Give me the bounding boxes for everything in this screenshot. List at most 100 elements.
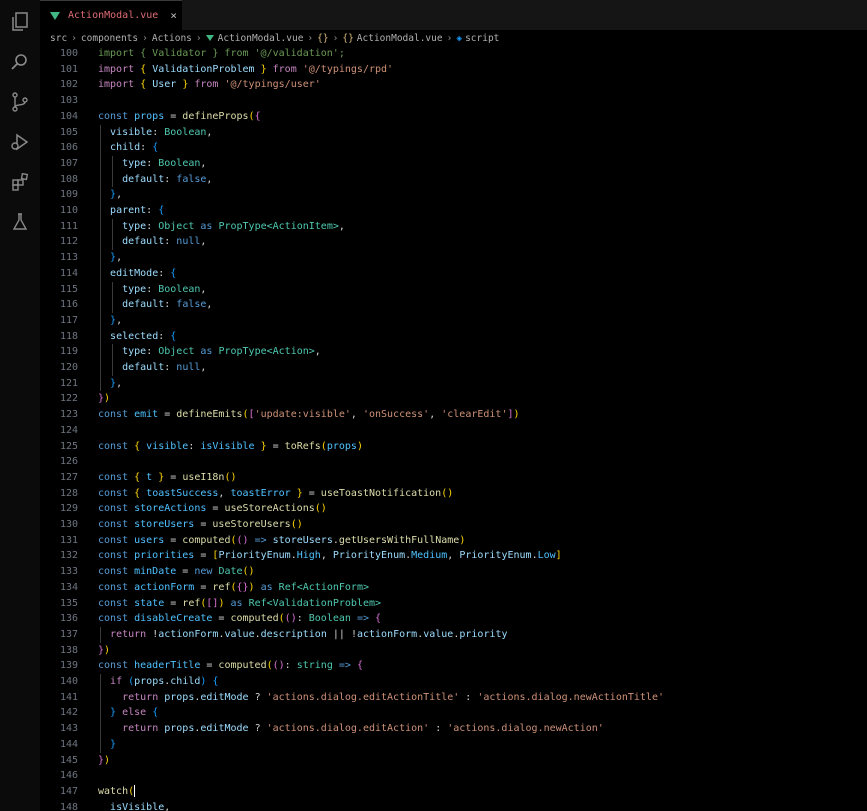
tab-label: ActionModal.vue: [68, 10, 159, 21]
code-line[interactable]: 138}): [40, 643, 867, 659]
code-line[interactable]: 125 const { visible: isVisible } = toRefs…: [40, 439, 867, 455]
line-number: 141: [59, 691, 78, 703]
breadcrumb-item[interactable]: components: [81, 33, 138, 44]
code-text: }): [98, 644, 111, 656]
line-number: 112: [59, 236, 78, 248]
code-line[interactable]: 104 const props = defineProps({: [40, 109, 867, 125]
code-line[interactable]: 143 return props.editMode ? 'actions.dia…: [40, 721, 867, 737]
code-line[interactable]: 147 watch(: [40, 784, 867, 800]
code-line[interactable]: 126: [40, 454, 867, 470]
code-line[interactable]: 136 const disableCreate = computed((): Bo…: [40, 611, 867, 627]
line-number: 140: [59, 676, 78, 687]
line-number: 143: [59, 723, 78, 735]
line-number: 136: [59, 613, 78, 625]
line-number: 133: [59, 566, 78, 578]
line-number: 122: [59, 393, 78, 405]
code-line[interactable]: 133 const minDate = new Date(): [40, 564, 867, 580]
code-line[interactable]: 124: [40, 423, 867, 439]
breadcrumb-item[interactable]: src: [50, 33, 67, 44]
breadcrumb-item[interactable]: {}: [317, 33, 328, 44]
code-text: if (props.child) {: [110, 676, 219, 687]
code-line[interactable]: 108 default: false,: [40, 172, 867, 188]
code-line[interactable]: 118 selected: {: [40, 329, 867, 345]
code-line[interactable]: 141 return props.editMode ? 'actions.dia…: [40, 690, 867, 706]
code-line[interactable]: 132 const priorities = [PriorityEnum.High…: [40, 548, 867, 564]
line-number: 116: [59, 299, 78, 311]
code-line[interactable]: 120 default: null,: [40, 360, 867, 376]
code-line[interactable]: 105 visible: Boolean,: [40, 125, 867, 141]
line-number: 107: [59, 157, 78, 169]
code-line[interactable]: 106 child: {: [40, 140, 867, 156]
breadcrumb-item[interactable]: Actions: [152, 33, 192, 44]
code-line[interactable]: 139 const headerTitle = computed((): stri…: [40, 658, 867, 674]
code-line[interactable]: 146: [40, 768, 867, 784]
code-line[interactable]: 112 default: null,: [40, 234, 867, 250]
code-line[interactable]: 110 parent: {: [40, 203, 867, 219]
breadcrumb-item[interactable]: script: [465, 33, 499, 44]
code-line[interactable]: 131 const users = computed(() => storeUse…: [40, 533, 867, 549]
breadcrumb-item[interactable]: ActionModal.vue: [218, 33, 304, 44]
line-number: 125: [59, 440, 78, 452]
code-line[interactable]: 113 },: [40, 250, 867, 266]
code-line[interactable]: 144 }: [40, 737, 867, 753]
code-line[interactable]: 127 const { t } = useI18n(): [40, 470, 867, 486]
code-line[interactable]: 128 const { toastSuccess, toastError } = …: [40, 486, 867, 502]
code-text: }): [98, 754, 111, 766]
vue-file-icon: [50, 11, 60, 20]
code-line[interactable]: 122}): [40, 391, 867, 407]
code-line[interactable]: 135 const state = ref([]) as Ref<Validati…: [40, 596, 867, 612]
code-line[interactable]: 102 import { User } from '@/typings/user': [40, 77, 867, 93]
line-number: 113: [59, 252, 78, 264]
tab-actionmodal[interactable]: ActionModal.vue ×: [40, 0, 182, 30]
code-text: import { ValidationProblem } from '@/typ…: [98, 63, 394, 75]
code-line[interactable]: 101 import { ValidationProblem } from '@/…: [40, 62, 867, 78]
line-number: 111: [59, 220, 78, 232]
code-line[interactable]: 130 const storeUsers = useStoreUsers(): [40, 517, 867, 533]
search-icon[interactable]: [8, 50, 32, 74]
code-line[interactable]: 107 type: Boolean,: [40, 156, 867, 172]
code-text: const users = computed(() => storeUsers.…: [98, 534, 466, 546]
code-text: return !actionForm.value.description || …: [110, 628, 508, 640]
code-line[interactable]: 100 import { Validator } from '@/validati…: [40, 46, 867, 62]
chevron-right-icon: ›: [446, 32, 453, 44]
indent-guide: [112, 344, 113, 376]
run-debug-icon[interactable]: [8, 130, 32, 154]
code-editor[interactable]: 100 import { Validator } from '@/validati…: [40, 46, 867, 811]
code-line[interactable]: 116 default: false,: [40, 297, 867, 313]
code-text: } else {: [110, 707, 159, 719]
line-number: 123: [59, 409, 78, 421]
line-number: 126: [59, 456, 78, 468]
code-line[interactable]: 129 const storeActions = useStoreActions(…: [40, 501, 867, 517]
code-text: default: false,: [122, 173, 213, 185]
code-line[interactable]: 119 type: Object as PropType<Action>,: [40, 344, 867, 360]
line-number: 101: [59, 63, 78, 75]
code-line[interactable]: 115 type: Boolean,: [40, 282, 867, 298]
testing-icon[interactable]: [8, 210, 32, 234]
code-line[interactable]: 137 return !actionForm.value.description…: [40, 627, 867, 643]
code-line[interactable]: 117 },: [40, 313, 867, 329]
code-line[interactable]: 103: [40, 93, 867, 109]
close-icon[interactable]: ×: [170, 9, 177, 22]
code-line[interactable]: 148 isVisible,: [40, 800, 867, 811]
extensions-icon[interactable]: [8, 170, 32, 194]
line-number: 102: [59, 79, 78, 91]
code-line[interactable]: 109 },: [40, 187, 867, 203]
code-text: const storeUsers = useStoreUsers(): [98, 519, 303, 530]
line-number: 138: [59, 644, 78, 656]
breadcrumb-item[interactable]: ActionModal.vue: [357, 33, 443, 44]
line-number: 119: [59, 346, 78, 358]
code-line[interactable]: 145}): [40, 753, 867, 769]
source-control-icon[interactable]: [8, 90, 32, 114]
code-line[interactable]: 111 type: Object as PropType<ActionItem>…: [40, 219, 867, 235]
code-line[interactable]: 123 const emit = defineEmits(['update:vis…: [40, 407, 867, 423]
code-line[interactable]: 121 },: [40, 376, 867, 392]
code-line[interactable]: 114 editMode: {: [40, 266, 867, 282]
code-text: const { t } = useI18n(): [98, 471, 237, 483]
code-line[interactable]: 140 if (props.child) {: [40, 674, 867, 690]
line-number: 139: [59, 660, 78, 672]
code-line[interactable]: 134 const actionForm = ref({}) as Ref<Act…: [40, 580, 867, 596]
line-number: 103: [59, 95, 78, 107]
code-line[interactable]: 142 } else {: [40, 705, 867, 721]
files-icon[interactable]: [8, 10, 32, 34]
line-number: 120: [59, 362, 78, 373]
